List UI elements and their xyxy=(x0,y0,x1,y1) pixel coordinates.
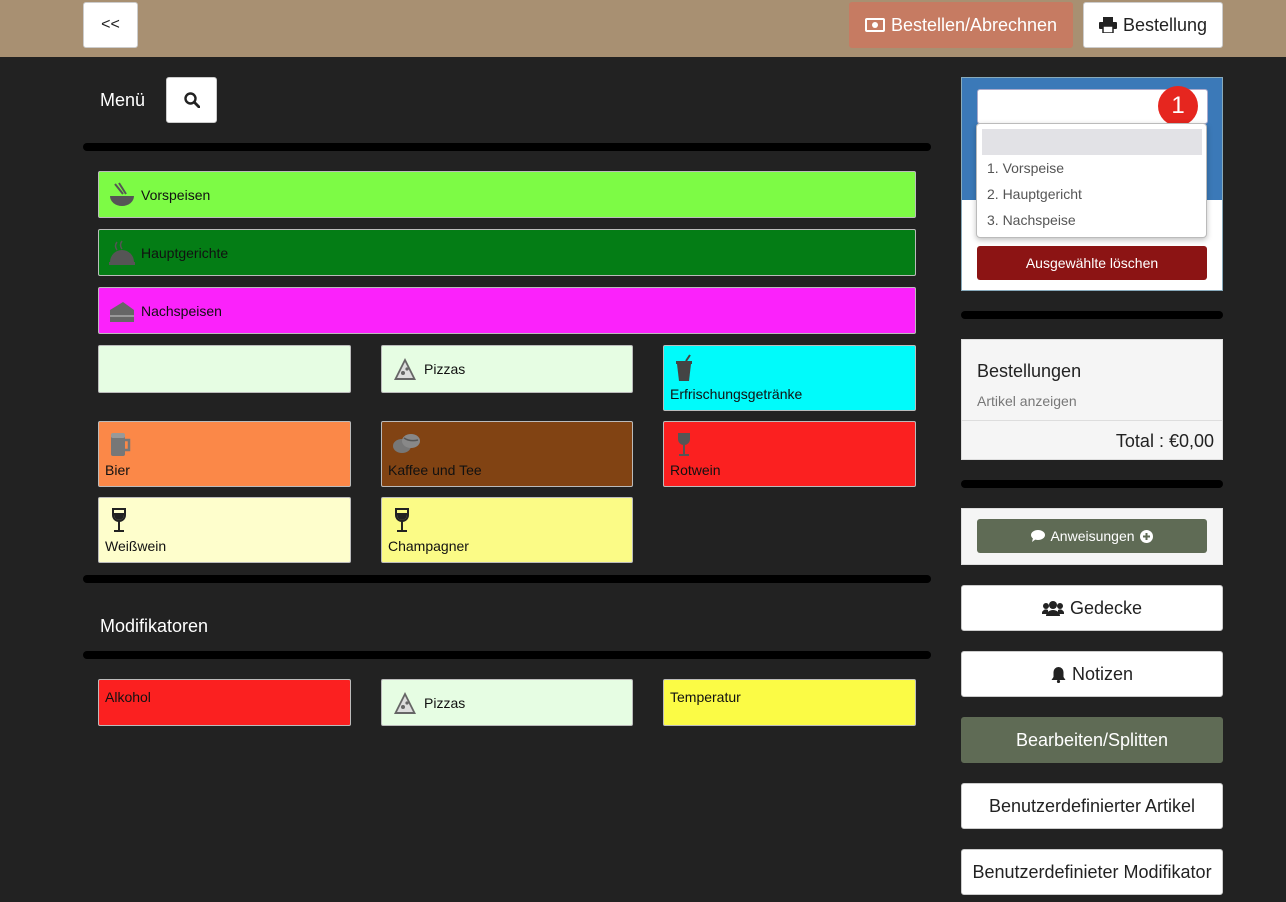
order-print-button[interactable]: Bestellung xyxy=(1083,2,1223,48)
back-button[interactable]: << xyxy=(83,2,138,48)
orders-panel: Bestellungen Artikel anzeigen Total : €0… xyxy=(961,339,1223,460)
edit-split-label: Bearbeiten/Splitten xyxy=(1015,729,1169,750)
menu-title: Menü xyxy=(100,90,146,110)
users-icon xyxy=(1041,601,1064,616)
custom-item-label: Benutzerdefinierter Artikel xyxy=(988,795,1196,816)
pizza-icon xyxy=(394,691,416,714)
modifier-temperatur[interactable]: Temperatur xyxy=(663,679,916,726)
edit-split-button[interactable]: Bearbeiten/Splitten xyxy=(961,717,1223,763)
course-dropdown: 1. Vorspeise 2. Hauptgericht 3. Nachspei… xyxy=(976,123,1207,238)
covers-label: Gedecke xyxy=(1069,597,1143,618)
orders-separator xyxy=(962,420,1222,421)
category-label: Weißwein xyxy=(105,538,167,554)
category-vorspeisen[interactable]: Vorspeisen xyxy=(98,171,916,218)
search-icon xyxy=(183,92,200,108)
category-label: Champagner xyxy=(388,538,469,554)
category-label: Bier xyxy=(105,462,130,478)
print-icon xyxy=(1098,17,1117,33)
custom-modifier-button[interactable]: Benutzerdefinieter Modifikator xyxy=(961,849,1223,895)
category-hauptgerichte[interactable]: Hauptgerichte xyxy=(98,229,916,276)
modifiers-title: Modifikatoren xyxy=(100,616,209,636)
course-option-hauptgericht[interactable]: 2. Hauptgericht xyxy=(987,186,1082,202)
cloche-icon xyxy=(109,240,135,265)
category-label: Rotwein xyxy=(670,462,721,478)
bell-icon xyxy=(1051,666,1066,683)
custom-item-button[interactable]: Benutzerdefinierter Artikel xyxy=(961,783,1223,829)
orders-total: Total : €0,00 xyxy=(1115,431,1214,451)
show-items-link[interactable]: Artikel anzeigen xyxy=(977,393,1077,409)
menu-divider xyxy=(83,143,931,151)
course-panel: 1 1. Vorspeise 2. Hauptgericht 3. Nachsp… xyxy=(961,77,1223,291)
search-button[interactable] xyxy=(166,77,217,123)
modifier-label: Pizzas xyxy=(424,694,466,711)
beer-icon xyxy=(111,433,131,456)
modifier-pizzas[interactable]: Pizzas xyxy=(381,679,633,726)
category-empty[interactable] xyxy=(98,345,351,393)
course-option-nachspeise[interactable]: 3. Nachspeise xyxy=(987,212,1076,228)
course-count-badge: 1 xyxy=(1158,86,1198,126)
instructions-button[interactable]: Anweisungen xyxy=(977,519,1207,553)
modifier-label: Alkohol xyxy=(105,689,151,705)
category-label: Erfrischungsgetränke xyxy=(670,386,803,402)
covers-button[interactable]: Gedecke xyxy=(961,585,1223,631)
notes-button[interactable]: Notizen xyxy=(961,651,1223,697)
custom-modifier-label: Benutzerdefinieter Modifikator xyxy=(972,861,1212,882)
wine-glass-icon xyxy=(112,508,126,532)
cake-icon xyxy=(110,301,134,322)
notes-label: Notizen xyxy=(1071,663,1134,684)
wine-glass-icon xyxy=(678,433,690,456)
right-divider-2 xyxy=(961,480,1223,488)
category-bier[interactable]: Bier xyxy=(98,421,351,487)
category-champagner[interactable]: Champagner xyxy=(381,497,633,563)
category-rotwein[interactable]: Rotwein xyxy=(663,421,916,487)
right-divider-1 xyxy=(961,311,1223,319)
category-weisswein[interactable]: Weißwein xyxy=(98,497,351,563)
modifier-label: Temperatur xyxy=(670,689,741,705)
category-label: Hauptgerichte xyxy=(141,244,229,261)
modifiers-divider xyxy=(83,651,931,659)
category-pizzas[interactable]: Pizzas xyxy=(381,345,633,393)
category-nachspeisen[interactable]: Nachspeisen xyxy=(98,287,916,334)
checkout-label: Bestellen/Abrechnen xyxy=(890,14,1058,35)
modifier-top-divider xyxy=(83,575,931,583)
orders-title: Bestellungen xyxy=(977,361,1082,381)
modifier-alkohol[interactable]: Alkohol xyxy=(98,679,351,726)
delete-selected-button[interactable]: Ausgewählte löschen xyxy=(977,246,1207,280)
pizza-icon xyxy=(394,358,416,380)
comment-icon xyxy=(1031,530,1046,542)
category-label: Kaffee und Tee xyxy=(388,462,482,478)
category-label: Nachspeisen xyxy=(141,302,222,319)
category-label: Pizzas xyxy=(424,361,466,377)
instructions-label: Anweisungen xyxy=(1050,528,1135,544)
coffee-bean-icon xyxy=(393,434,420,453)
instructions-panel: Anweisungen xyxy=(961,508,1223,565)
wine-glass-icon xyxy=(395,508,409,532)
noodle-bowl-icon xyxy=(110,181,134,206)
checkout-button[interactable]: Bestellen/Abrechnen xyxy=(849,2,1073,48)
soft-drink-icon xyxy=(676,354,692,381)
course-option-vorspeise[interactable]: 1. Vorspeise xyxy=(987,160,1064,176)
money-bill-icon xyxy=(864,18,885,32)
course-option-empty[interactable] xyxy=(982,129,1202,155)
category-kaffee-und-tee[interactable]: Kaffee und Tee xyxy=(381,421,633,487)
plus-circle-icon xyxy=(1139,529,1153,543)
category-label: Vorspeisen xyxy=(141,186,211,203)
category-erfrischungsgetraenke[interactable]: Erfrischungsgetränke xyxy=(663,345,916,411)
order-label: Bestellung xyxy=(1122,14,1208,35)
